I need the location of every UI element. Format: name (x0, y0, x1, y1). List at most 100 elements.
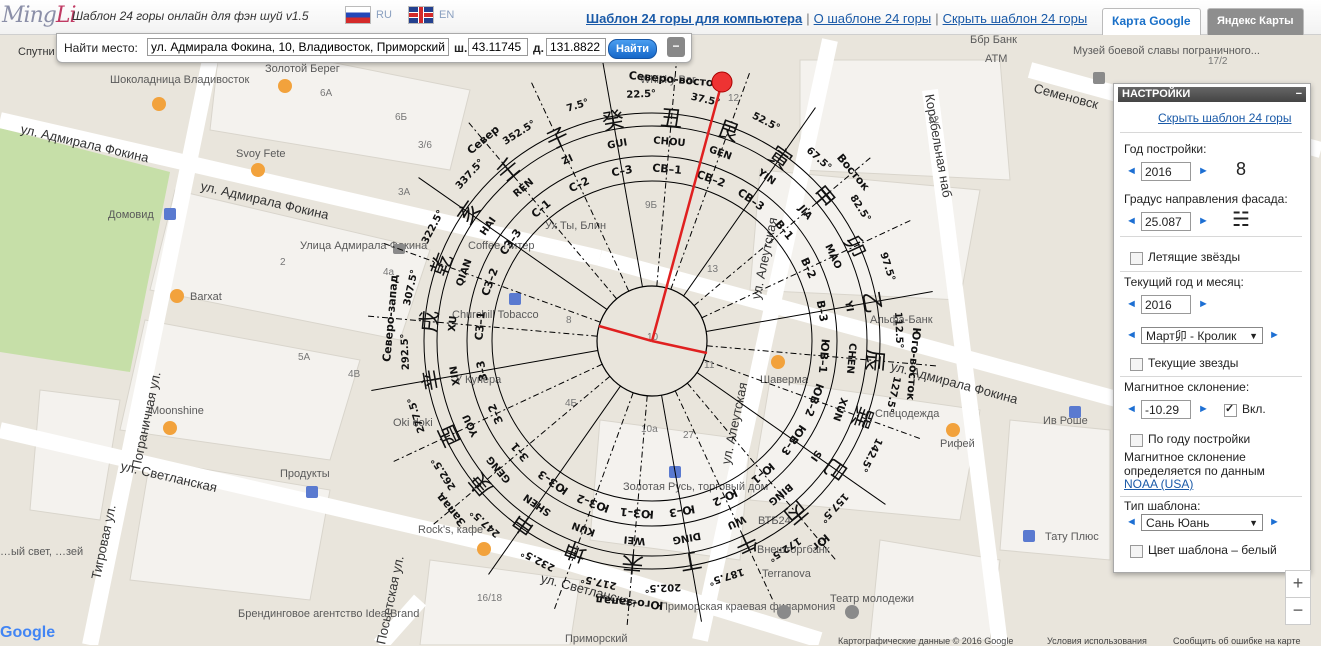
poi-label[interactable]: Театр молодежи (830, 593, 914, 605)
template-type-prev-icon[interactable]: ◄ (1126, 516, 1137, 528)
poi-label[interactable]: Приморский (565, 633, 628, 645)
sector-degree: 112.5° (892, 312, 905, 349)
tab-google-map[interactable]: Карта Google (1102, 8, 1201, 35)
month-prev-icon[interactable]: ◄ (1126, 329, 1137, 341)
divider (1120, 132, 1302, 133)
build-year-prev-icon[interactable]: ◄ (1126, 165, 1137, 177)
zoom-in-button[interactable]: + (1285, 570, 1311, 598)
lang-en[interactable]: EN (408, 6, 454, 24)
sector-degree: 202.5° (644, 581, 681, 594)
sector-pinyin: XU (447, 315, 459, 332)
poi-label[interactable]: Ив Роше (1043, 415, 1088, 427)
top-bar: MingLi Шаблон 24 горы онлайн для фэн шуй… (0, 0, 1321, 35)
declination-next-icon[interactable]: ► (1198, 403, 1209, 415)
lng-input[interactable] (546, 38, 606, 56)
poi-label[interactable]: Moonshine (150, 405, 204, 417)
poi-label[interactable]: Ух Ты, Блин (545, 220, 606, 232)
poi-label[interactable]: Домовид (108, 209, 154, 221)
link-hide-template[interactable]: Скрыть шаблон 24 горы (943, 11, 1088, 26)
poi-label[interactable]: Ббр Банк (970, 34, 1017, 46)
uk-flag-icon[interactable] (408, 6, 434, 24)
cafe-icon[interactable] (946, 423, 960, 437)
build-year-next-icon[interactable]: ► (1198, 165, 1209, 177)
poi-label[interactable]: Рифей (940, 438, 975, 450)
poi-label[interactable]: …ый свет, …зей (0, 546, 83, 558)
template-type-next-icon[interactable]: ► (1269, 516, 1280, 528)
shopping-icon[interactable] (509, 293, 521, 305)
address-input[interactable] (147, 38, 449, 56)
minimize-search-button[interactable]: − (667, 37, 685, 57)
google-logo[interactable]: Google (0, 624, 55, 642)
tab-yandex-map[interactable]: Яндекс Карты (1207, 8, 1304, 35)
theater-icon[interactable] (845, 605, 859, 619)
poi-label[interactable]: Шаверма (760, 374, 809, 386)
sector-hanzi: 丑 (659, 106, 683, 133)
link-computer-version[interactable]: Шаблон 24 горы для компьютера (586, 11, 802, 26)
restaurant-icon[interactable] (170, 289, 184, 303)
poi-label[interactable]: Продукты (280, 468, 330, 480)
facade-next-icon[interactable]: ► (1198, 215, 1209, 227)
shopping-icon[interactable] (1069, 406, 1081, 418)
sector-hanzi: 丁 (678, 546, 704, 574)
zoom-out-button[interactable]: − (1285, 597, 1311, 625)
declination-enabled-checkbox[interactable] (1224, 402, 1237, 417)
lang-ru[interactable]: RU (345, 6, 392, 24)
mingli-logo[interactable]: MingLi (2, 3, 76, 28)
music-icon[interactable] (777, 605, 791, 619)
shopping-icon[interactable] (306, 486, 318, 498)
white-color-checkbox[interactable] (1130, 545, 1143, 558)
poi-label[interactable]: Татy Плюс (1045, 531, 1099, 543)
poi-label[interactable]: Svoy Fete (236, 148, 286, 160)
poi-label[interactable]: Rock's, кафе (418, 524, 483, 536)
cafe-icon[interactable] (152, 97, 166, 111)
poi-label[interactable]: Приморская краевая филармония (660, 601, 835, 613)
building-number: 16/18 (477, 593, 502, 604)
hide-template-link[interactable]: Скрыть шаблон 24 горы (1158, 111, 1291, 125)
shopping-icon[interactable] (164, 208, 176, 220)
shopping-icon[interactable] (1023, 530, 1035, 542)
month-select[interactable]: Март卯 - Кролик ▼ (1141, 327, 1263, 344)
template-type-select[interactable]: Сань Юань ▼ (1141, 514, 1263, 531)
poi-label[interactable]: Barxat (190, 291, 222, 303)
lat-input[interactable] (468, 38, 528, 56)
building-number: 11 (704, 360, 715, 371)
build-year-input[interactable]: 2016 (1141, 162, 1191, 181)
declination-input[interactable]: -10.29 (1141, 400, 1191, 419)
link-about[interactable]: О шаблоне 24 горы (814, 11, 932, 26)
month-next-icon[interactable]: ► (1269, 329, 1280, 341)
find-button[interactable]: Найти (608, 39, 657, 59)
russia-flag-icon[interactable] (345, 6, 371, 24)
settings-panel: НАСТРОЙКИ − Скрыть шаблон 24 горы Год по… (1113, 83, 1311, 573)
facade-prev-icon[interactable]: ◄ (1126, 215, 1137, 227)
noaa-link[interactable]: NOAA (USA) (1124, 477, 1193, 491)
poi-label[interactable]: Брендинговое агентство Idea Brand (238, 608, 419, 620)
by-build-year-checkbox[interactable] (1130, 434, 1143, 447)
poi-label[interactable]: Золотая Русь, торговый дом (623, 481, 768, 493)
cafe-icon[interactable] (278, 79, 292, 93)
building-number: 4В (348, 369, 361, 380)
restaurant-icon[interactable] (251, 163, 265, 177)
poi-label[interactable]: Улица Адмирала Фокина (300, 240, 428, 252)
search-panel: Найти место: ш. д. Найти − (56, 33, 692, 63)
facade-degree-input[interactable]: 25.087 (1141, 212, 1191, 231)
current-year-input[interactable]: 2016 (1141, 295, 1191, 314)
divider (1120, 271, 1302, 272)
map-type-button[interactable]: Спутни (18, 46, 55, 58)
poi-label[interactable]: Шоколадница Владивосток (110, 74, 249, 86)
building-number: 9Б (645, 200, 658, 211)
current-stars-checkbox[interactable] (1130, 358, 1143, 371)
poi-label[interactable]: Terranova (762, 568, 812, 580)
current-year-prev-icon[interactable]: ◄ (1126, 298, 1137, 310)
museum-icon[interactable] (1093, 72, 1105, 84)
direction-handle[interactable] (711, 71, 733, 93)
restaurant-icon[interactable] (771, 355, 785, 369)
declination-prev-icon[interactable]: ◄ (1126, 403, 1137, 415)
sector-hanzi: 戌 (417, 310, 444, 334)
minimize-settings-button[interactable]: − (1296, 87, 1302, 102)
poi-label[interactable]: Музей боевой славы пограничного... (1073, 45, 1260, 57)
bar-icon[interactable] (163, 421, 177, 435)
flying-stars-checkbox[interactable] (1130, 252, 1143, 265)
poi-label[interactable]: Золотой Берег (265, 63, 340, 75)
current-year-next-icon[interactable]: ► (1198, 298, 1209, 310)
cafe-icon[interactable] (477, 542, 491, 556)
